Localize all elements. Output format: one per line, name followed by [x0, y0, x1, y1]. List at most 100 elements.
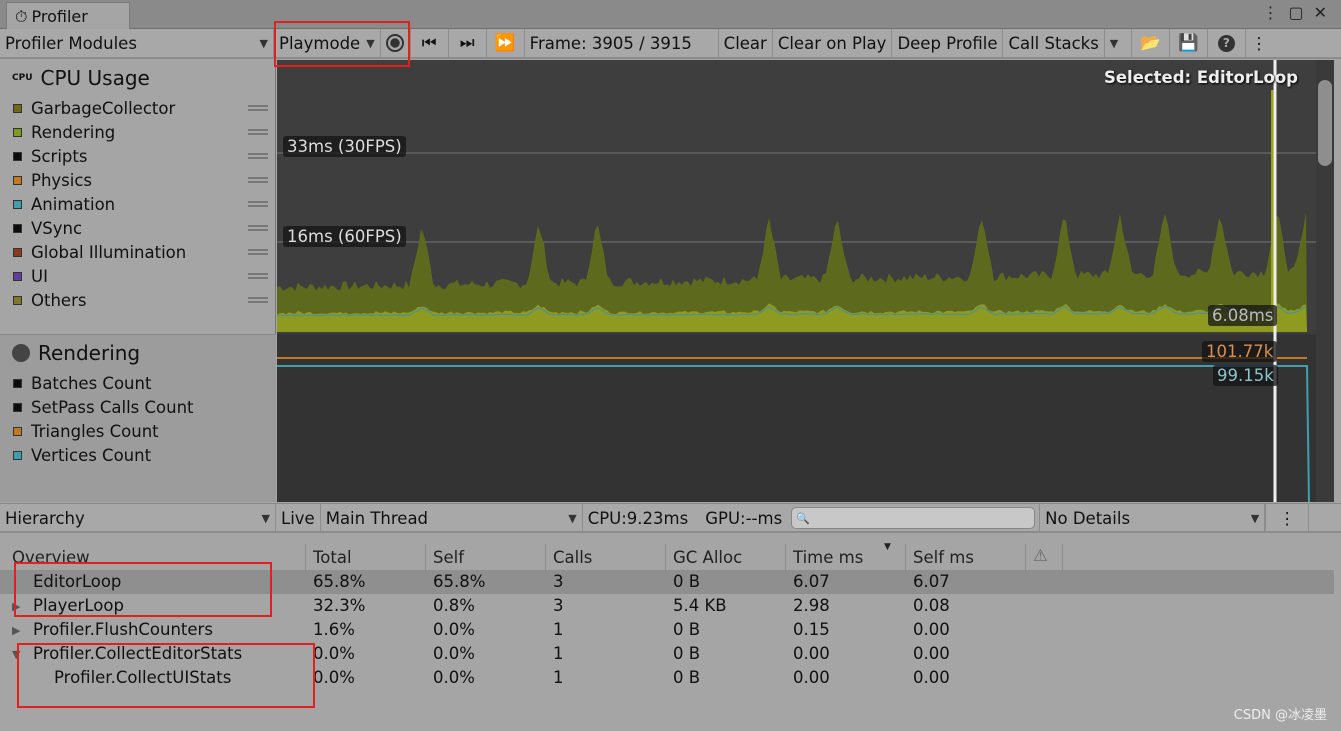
color-swatch — [13, 175, 22, 185]
drag-handle-icon[interactable] — [248, 201, 268, 207]
row-cell: 0.0% — [433, 668, 475, 687]
table-row[interactable]: ▶ Profiler.FlushCounters 1.6% 0.0% 1 0 B 0.15 0… — [0, 618, 1334, 642]
search-icon: 🔍 — [796, 511, 810, 525]
scrollbar-thumb[interactable] — [1318, 80, 1332, 166]
load-button[interactable]: 📂 — [1132, 29, 1170, 57]
expand-icon[interactable]: ▶ — [12, 624, 20, 637]
rendering-module[interactable]: Rendering Batches Count SetPass Calls Cou… — [0, 334, 276, 502]
legend-item[interactable]: Triangles Count — [0, 419, 276, 443]
kebab-icon[interactable]: ⋮ — [1262, 3, 1278, 22]
tab-profiler[interactable]: ⏱ Profiler — [6, 2, 130, 30]
column-header[interactable]: Self ms — [913, 548, 974, 567]
legend-item[interactable]: GarbageCollector — [0, 96, 276, 120]
color-swatch — [13, 402, 22, 412]
row-cell: 3 — [553, 572, 564, 591]
legend-item[interactable]: UI — [0, 264, 276, 288]
more-options-button[interactable]: ⋮ — [1246, 29, 1273, 57]
row-cell: 0.00 — [913, 620, 950, 639]
color-swatch — [13, 426, 22, 436]
column-header[interactable]: Time ms — [793, 548, 863, 567]
color-swatch — [13, 247, 22, 257]
drag-handle-icon[interactable] — [248, 225, 268, 231]
profiler-chart[interactable]: 33ms (30FPS) 16ms (60FPS) Selected: Edit… — [277, 60, 1316, 502]
vertices-value-label: 99.15k — [1213, 365, 1278, 386]
frame-counter: Frame: 3905 / 3915 — [525, 29, 719, 57]
gpu-time: GPU:--ms — [705, 508, 783, 528]
hierarchy-toolbar: Hierarchy ▼ Live Main Thread ▼ CPU:9.23ms … — [0, 503, 1341, 533]
color-swatch — [13, 271, 22, 281]
drag-handle-icon[interactable] — [248, 177, 268, 183]
call-stacks-button[interactable]: Call Stacks — [1003, 29, 1105, 57]
legend-item[interactable]: Others — [0, 288, 276, 312]
rendering-icon — [12, 344, 30, 362]
thread-dropdown[interactable]: Main Thread ▼ — [321, 504, 583, 532]
legend-item[interactable]: Vertices Count — [0, 443, 276, 467]
row-cell: 6.07 — [913, 572, 950, 591]
row-cell: 0.00 — [913, 668, 950, 687]
next-frame-button[interactable]: ⏭ — [449, 29, 487, 57]
drag-handle-icon[interactable] — [248, 249, 268, 255]
drag-handle-icon[interactable] — [248, 105, 268, 111]
row-cell: 0.0% — [433, 644, 475, 663]
highlight-box — [274, 21, 410, 67]
drag-handle-icon[interactable] — [248, 297, 268, 303]
row-cell: 0.15 — [793, 620, 830, 639]
row-cell: 6.07 — [793, 572, 830, 591]
drag-handle-icon[interactable] — [248, 129, 268, 135]
live-button[interactable]: Live — [276, 504, 321, 532]
hierarchy-options-button[interactable]: ⋮ — [1265, 504, 1310, 532]
row-cell: 0.08 — [913, 596, 950, 615]
close-icon[interactable]: ✕ — [1314, 3, 1327, 22]
maximize-icon[interactable]: ▢ — [1288, 3, 1303, 22]
legend-item[interactable]: Global Illumination — [0, 240, 276, 264]
color-swatch — [13, 103, 22, 113]
chart-graphics — [277, 60, 1316, 502]
legend-item[interactable]: VSync — [0, 216, 276, 240]
details-dropdown[interactable]: No Details ▼ — [1039, 504, 1266, 532]
row-cell: 3 — [553, 596, 564, 615]
chevron-down-icon: ▼ — [1109, 36, 1119, 50]
selected-label: Selected: EditorLoop — [1103, 68, 1298, 87]
legend-item[interactable]: Animation — [0, 192, 276, 216]
row-cell: 0.00 — [793, 668, 830, 687]
save-button[interactable]: 💾 — [1170, 29, 1208, 57]
row-cell: 65.8% — [433, 572, 486, 591]
tab-bar — [0, 0, 1341, 29]
legend-item[interactable]: SetPass Calls Count — [0, 395, 276, 419]
current-frame-button[interactable]: ⏩ — [487, 29, 525, 57]
row-cell: 0.8% — [433, 596, 475, 615]
legend-item[interactable]: Scripts — [0, 144, 276, 168]
row-cell: 0 B — [673, 644, 701, 663]
cpu-usage-module[interactable]: CPU CPU Usage GarbageCollector Rendering Sc… — [0, 60, 276, 334]
cpu-icon: CPU — [12, 73, 33, 83]
help-button[interactable]: ? — [1208, 29, 1246, 57]
clear-button[interactable]: Clear — [719, 29, 773, 57]
column-header[interactable]: GC Alloc — [673, 548, 742, 567]
column-header[interactable]: Self — [433, 548, 464, 567]
row-cell: 0.00 — [793, 644, 830, 663]
row-cell: 1 — [553, 644, 564, 663]
deep-profile-button[interactable]: Deep Profile — [892, 29, 1004, 57]
chevron-down-icon: ▼ — [1250, 511, 1260, 525]
row-cell: 0.0% — [313, 668, 355, 687]
profiler-modules-dropdown[interactable]: Profiler Modules ▼ — [0, 29, 274, 57]
row-cell: 0 B — [673, 572, 701, 591]
legend-item[interactable]: Physics — [0, 168, 276, 192]
view-dropdown[interactable]: Hierarchy ▼ — [0, 504, 276, 532]
row-cell: 1 — [553, 620, 564, 639]
row-cell: 65.8% — [313, 572, 366, 591]
rendering-chart-bg — [277, 334, 1316, 502]
column-header[interactable]: Total — [313, 548, 352, 567]
call-stacks-dropdown[interactable]: ▼ — [1105, 29, 1132, 57]
row-cell: 1.6% — [313, 620, 355, 639]
drag-handle-icon[interactable] — [248, 153, 268, 159]
column-header[interactable]: Calls — [553, 548, 592, 567]
clear-on-play-button[interactable]: Clear on Play — [773, 29, 893, 57]
row-name: Profiler.FlushCounters — [33, 620, 213, 639]
watermark: CSDN @冰凌墨 — [1233, 708, 1327, 723]
legend-item[interactable]: Batches Count — [0, 371, 276, 395]
previous-frame-button[interactable]: ⏮ — [411, 29, 449, 57]
legend-item[interactable]: Rendering — [0, 120, 276, 144]
drag-handle-icon[interactable] — [248, 273, 268, 279]
search-input[interactable]: 🔍 — [791, 507, 1036, 529]
